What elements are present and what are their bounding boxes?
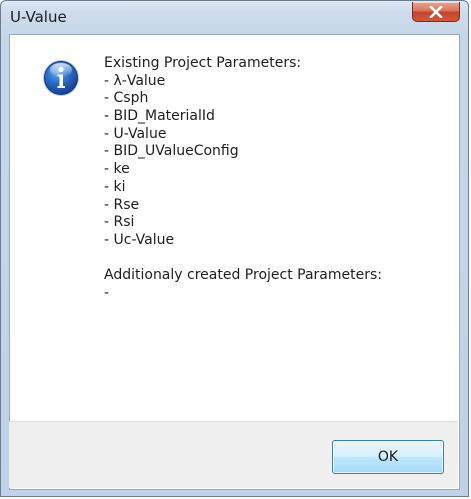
title-bar[interactable]: U-Value (1, 1, 468, 35)
existing-parameter-item: - BID_MaterialId (104, 108, 215, 125)
message-text: Existing Project Parameters: - λ-Value -… (104, 55, 382, 303)
window-title: U-Value (10, 8, 67, 26)
info-icon (43, 60, 79, 96)
close-button[interactable] (412, 2, 460, 22)
existing-parameter-item: - Rsi (104, 214, 135, 231)
existing-parameter-item: - Rse (104, 196, 140, 213)
existing-parameter-item: - ke (104, 161, 130, 178)
existing-parameter-item: - Uc-Value (104, 231, 175, 248)
close-x-icon (429, 5, 443, 18)
created-parameters-header: Additionaly created Project Parameters: (104, 267, 382, 284)
ok-button[interactable]: OK (332, 440, 444, 474)
existing-parameter-item: - BID_UValueConfig (104, 143, 239, 160)
existing-parameter-item: - Csph (104, 90, 149, 107)
created-parameter-item: - (104, 284, 110, 301)
existing-parameter-item: - U-Value (104, 125, 167, 142)
existing-parameter-item: - ki (104, 178, 126, 195)
existing-parameters-header: Existing Project Parameters: (104, 55, 302, 71)
existing-parameter-item: - λ-Value (104, 72, 166, 89)
